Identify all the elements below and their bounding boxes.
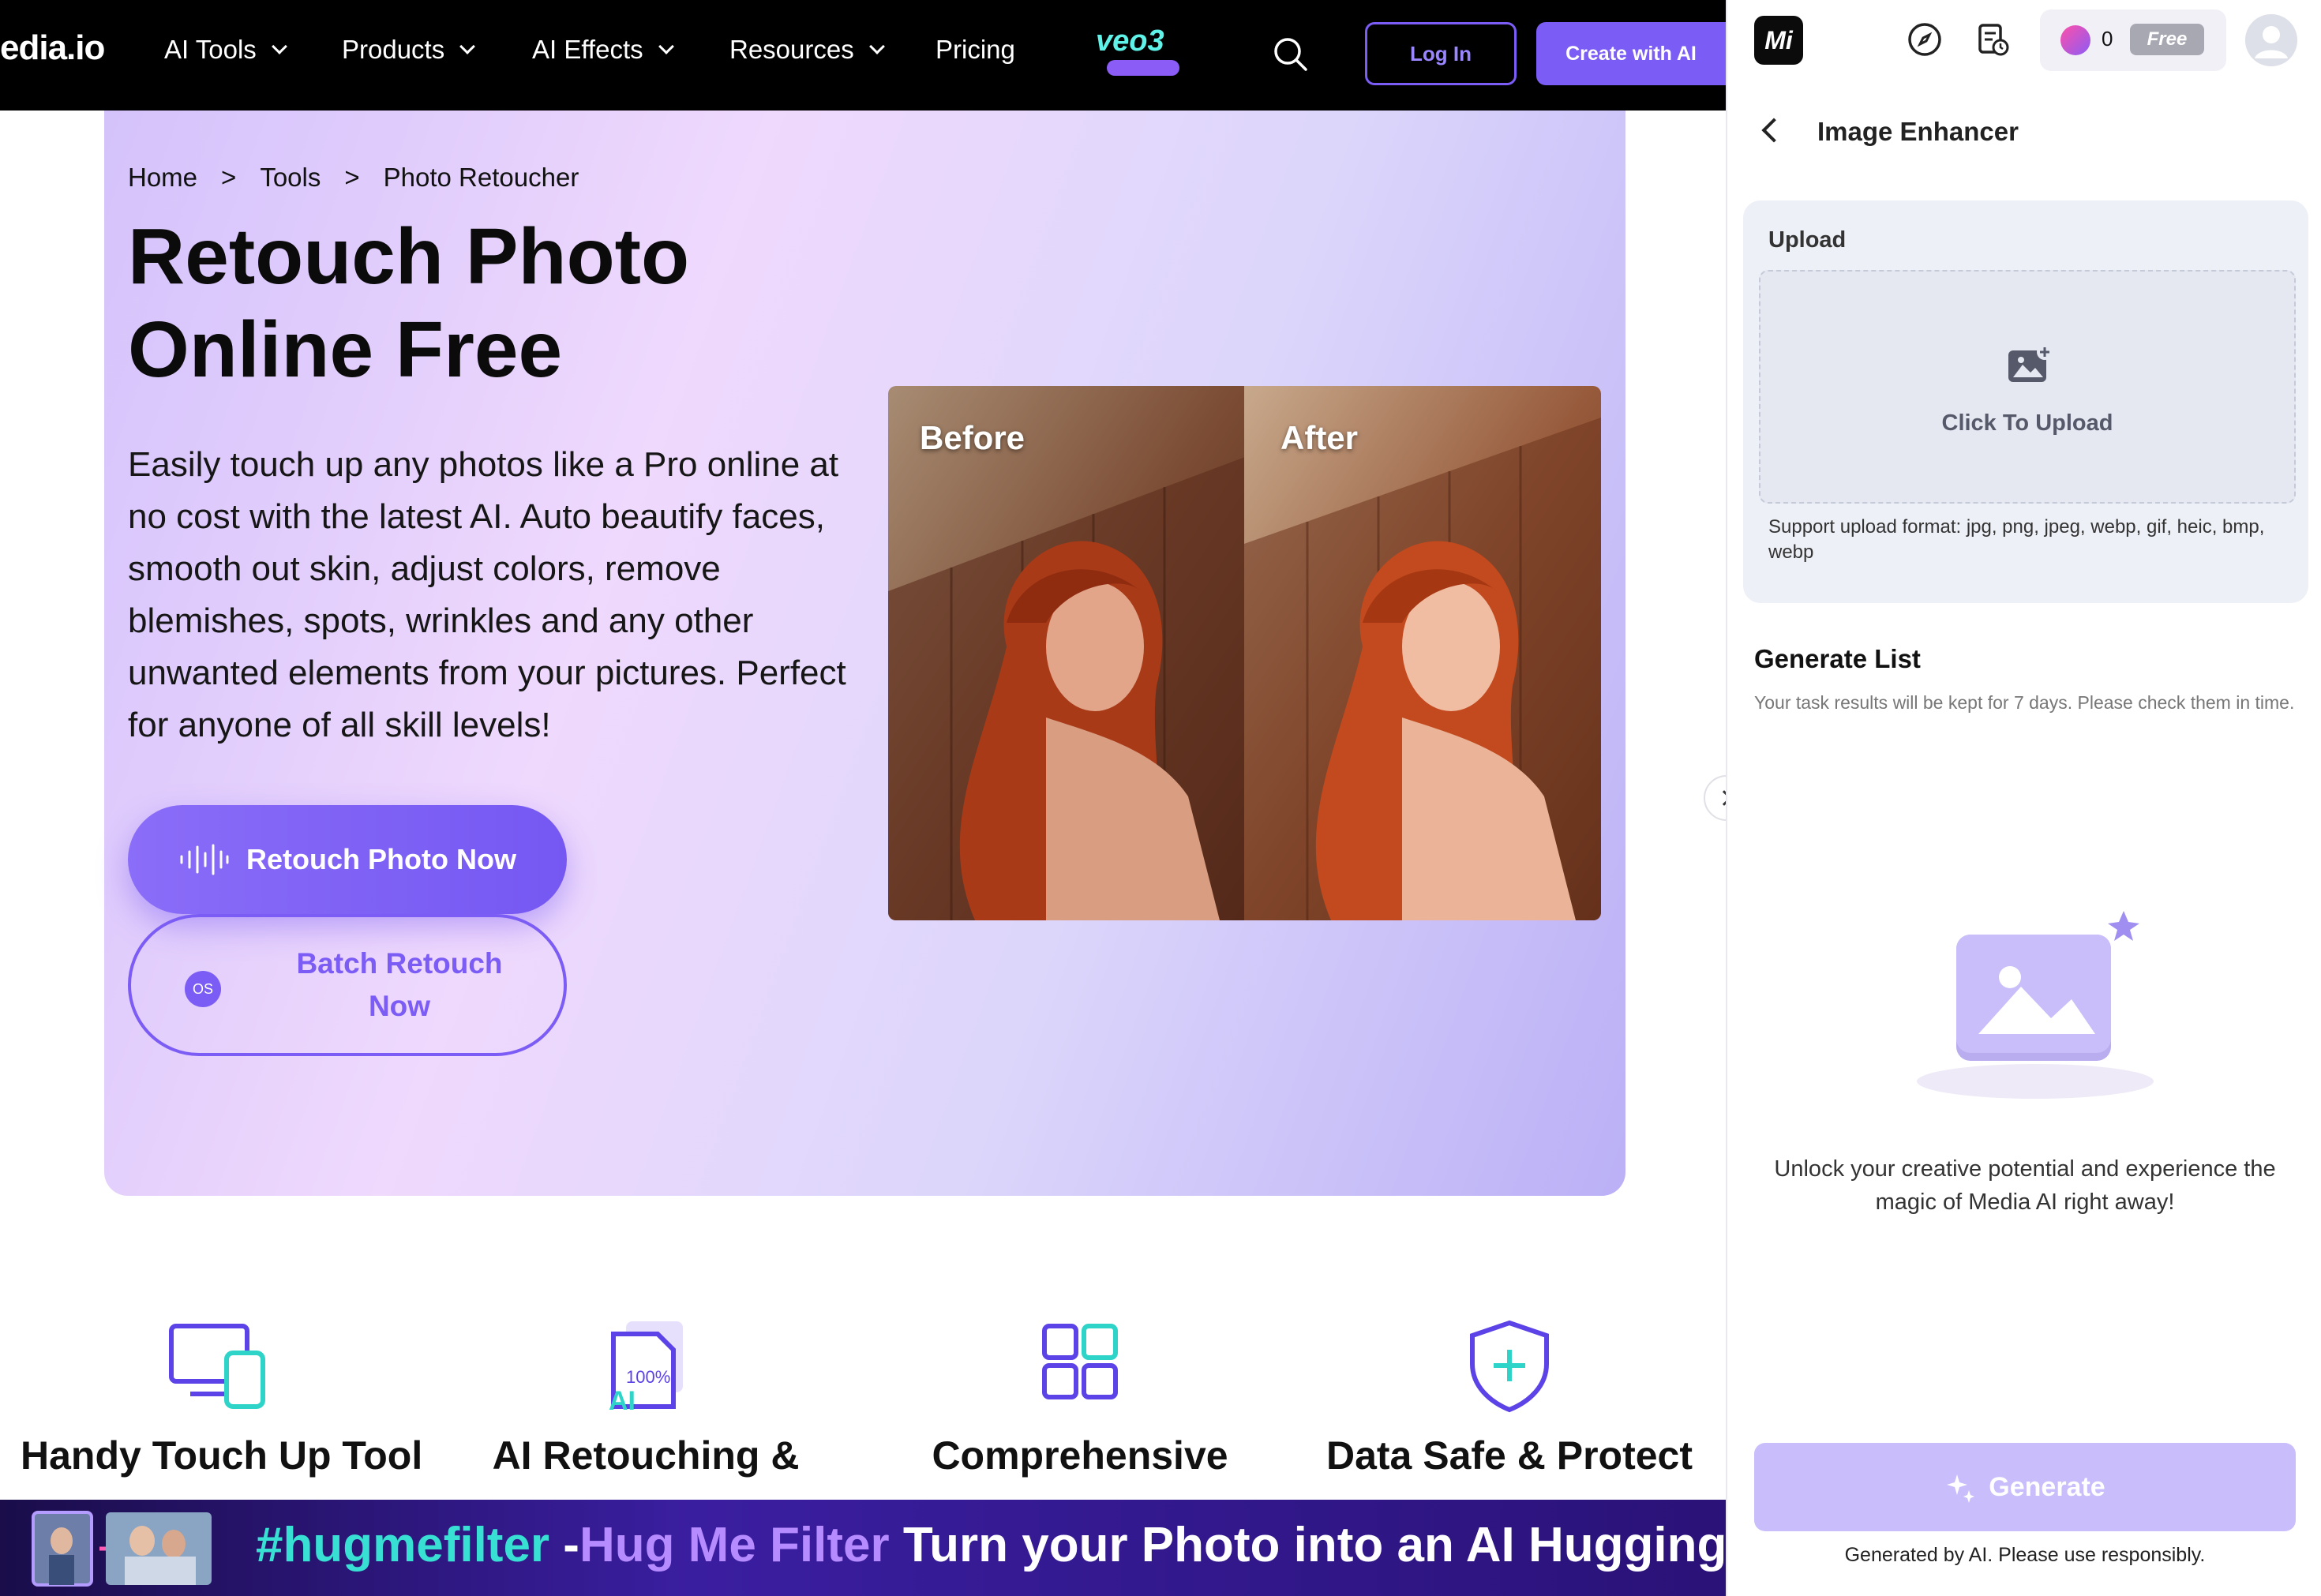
breadcrumb-home[interactable]: Home (128, 163, 197, 193)
banner-highlight: Hug Me Filter (579, 1518, 890, 1572)
generate-button[interactable]: Generate (1754, 1443, 2296, 1531)
devices-icon (169, 1324, 265, 1409)
promo-banner[interactable]: #hugmefilter -Hug Me Filter Turn your Ph… (0, 1500, 1726, 1596)
empty-state-message: Unlock your creative potential and exper… (1774, 1156, 2276, 1215)
nav-label: Products (342, 35, 445, 64)
after-photo (1244, 386, 1601, 920)
breadcrumb-tools[interactable]: Tools (260, 163, 321, 193)
breadcrumb-separator: > (221, 163, 237, 192)
svg-text:100%: 100% (626, 1367, 670, 1387)
generate-list-title: Generate List (1754, 644, 1921, 673)
login-button[interactable]: Log In (1365, 22, 1517, 85)
upload-cta: Click To Upload (1941, 410, 2113, 436)
breadcrumb: Home > Tools > Photo Retoucher (128, 163, 579, 193)
upload-label: Upload (1768, 227, 1847, 253)
create-with-ai-button[interactable]: Create with AI (1536, 22, 1726, 85)
page-title: Retouch Photo Online Free (128, 210, 917, 396)
credit-gem-icon (2060, 25, 2090, 55)
nav-products[interactable]: Products (342, 35, 476, 65)
upload-dropzone[interactable]: Click To Upload (1759, 270, 2296, 504)
svg-text:AI: AI (609, 1386, 636, 1413)
generate-button-label: Generate (1989, 1471, 2105, 1502)
feature-title: Comprehensive (932, 1433, 1228, 1478)
chevron-down-icon (658, 39, 674, 54)
add-image-icon (2008, 344, 2053, 382)
feature-comprehensive: Comprehensive (883, 1318, 1277, 1478)
waveform-icon (180, 844, 229, 875)
nav-label: Pricing (936, 35, 1015, 64)
batch-retouch-now-button[interactable]: OS Batch Retouch Now (128, 914, 567, 1056)
feature-title: AI Retouching & (492, 1433, 800, 1478)
nav-label: AI Tools (164, 35, 257, 64)
shield-plus-icon (1470, 1320, 1549, 1413)
grid-icon (1042, 1324, 1118, 1399)
banner-hashtag: #hugmefilter (256, 1518, 550, 1572)
feature-ai-retouching: 100% AI AI Retouching & (448, 1318, 843, 1478)
after-label: After (1280, 419, 1359, 456)
batch-button-label: Batch Retouch Now (296, 947, 503, 1022)
ai-side-panel: Mi 0 Free Image Enhancer Upload Click To… (1726, 0, 2321, 1596)
chevron-down-icon (868, 39, 885, 54)
banner-message: #hugmefilter -Hug Me Filter Turn your Ph… (256, 1517, 1726, 1573)
generate-list-note: Your task results will be kept for 7 day… (1754, 692, 2295, 713)
macos-badge-icon: OS (185, 971, 221, 1007)
search-icon[interactable] (1271, 35, 1309, 73)
top-navbar: edia.io AI Tools Products AI Effects Res… (0, 0, 1726, 111)
banner-thumbnails (32, 1511, 212, 1587)
hero-description: Easily touch up any photos like a Pro on… (128, 445, 846, 744)
before-photo (888, 386, 1245, 920)
upload-card: Upload Click To Upload Support upload fo… (1743, 200, 2308, 603)
veo3-badge-icon[interactable]: veo3 (1091, 22, 1194, 79)
chevron-down-icon (271, 39, 287, 54)
ai-document-icon: 100% AI (609, 1321, 683, 1416)
chevron-down-icon (459, 39, 476, 54)
credit-count: 0 (2102, 27, 2113, 51)
nav-label: AI Effects (532, 35, 643, 64)
breadcrumb-current: Photo Retoucher (383, 163, 579, 192)
compass-icon[interactable] (1906, 21, 1944, 58)
app-logo[interactable]: Mi (1754, 16, 1803, 65)
upload-formats: Support upload format: jpg, png, jpeg, w… (1768, 516, 2265, 563)
page-title-line1: Retouch Photo (128, 212, 690, 301)
plan-badge: Free (2130, 24, 2204, 55)
before-after-image: Before After (888, 386, 1601, 920)
avatar[interactable] (2245, 14, 2297, 66)
history-list-icon[interactable] (1974, 21, 2012, 58)
nav-ai-tools[interactable]: AI Tools (164, 35, 287, 65)
veo3-logo-text: veo3 (1096, 24, 1164, 58)
breadcrumb-separator: > (344, 163, 360, 192)
nav-label: Resources (729, 35, 854, 64)
ai-disclaimer: Generated by AI. Please use responsibly. (1844, 1544, 2206, 1566)
retouch-photo-now-button[interactable]: Retouch Photo Now (128, 805, 567, 914)
nav-resources[interactable]: Resources (729, 35, 885, 65)
sparkle-icon (1947, 1474, 1975, 1503)
feature-title: Data Safe & Protect (1325, 1433, 1693, 1478)
banner-dash: - (549, 1518, 579, 1572)
empty-state-image-icon (1917, 911, 2154, 1099)
panel-title: Image Enhancer (1817, 117, 2019, 146)
credits-indicator[interactable]: 0 Free (2040, 9, 2226, 71)
back-arrow-icon[interactable] (1761, 118, 1787, 143)
feature-handy-touch-up: Handy Touch Up Tool (21, 1318, 423, 1478)
before-label: Before (920, 419, 1026, 456)
feature-title: Handy Touch Up Tool (21, 1433, 423, 1478)
site-logo[interactable]: edia.io (0, 28, 105, 68)
page-title-line2: Online Free (128, 305, 563, 394)
retouch-button-label: Retouch Photo Now (246, 843, 516, 875)
nav-pricing[interactable]: Pricing (936, 35, 1015, 65)
feature-data-safe: Data Safe & Protect (1312, 1318, 1707, 1478)
banner-rest: Turn your Photo into an AI Hugging Vic (889, 1518, 1726, 1572)
nav-ai-effects[interactable]: AI Effects (532, 35, 674, 65)
